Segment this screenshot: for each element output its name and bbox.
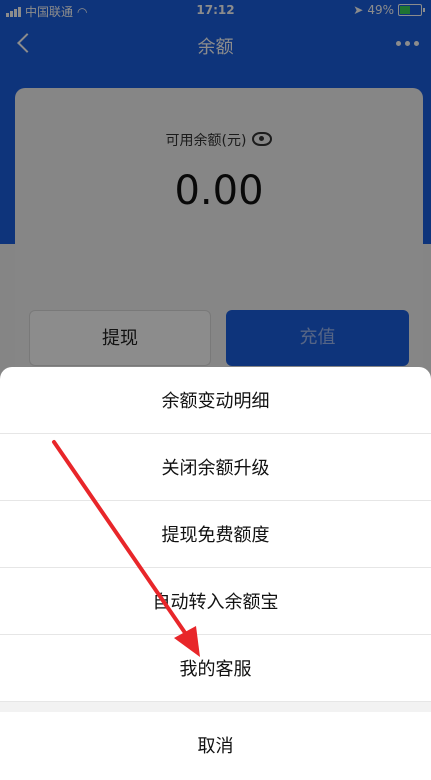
- sheet-cancel-button[interactable]: 取消: [0, 712, 431, 778]
- sheet-item-customer-service[interactable]: 我的客服: [0, 635, 431, 702]
- sheet-divider: [0, 702, 431, 712]
- sheet-item-auto-transfer-yuebao[interactable]: 自动转入余额宝: [0, 568, 431, 635]
- sheet-item-balance-details[interactable]: 余额变动明细: [0, 367, 431, 434]
- action-sheet: 余额变动明细 关闭余额升级 提现免费额度 自动转入余额宝 我的客服 取消: [0, 367, 431, 780]
- sheet-item-free-withdraw-quota[interactable]: 提现免费额度: [0, 501, 431, 568]
- sheet-item-close-upgrade[interactable]: 关闭余额升级: [0, 434, 431, 501]
